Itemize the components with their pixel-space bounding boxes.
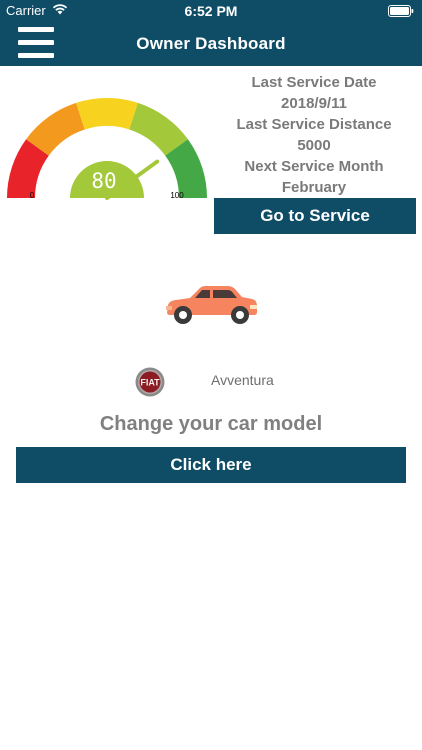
battery-icon [388, 5, 414, 17]
svg-text:FIAT: FIAT [140, 378, 160, 388]
last-service-distance-value: 5000 [297, 137, 331, 154]
fiat-logo: FIAT [135, 367, 165, 397]
last-service-date-label: Last Service Date [251, 74, 377, 91]
page-title: Owner Dashboard [136, 34, 286, 53]
last-service-distance-label: Last Service Distance [236, 116, 392, 133]
next-service-month-value: February [281, 179, 347, 196]
go-to-service-button[interactable]: Go to Service [214, 198, 416, 234]
status-bar: Carrier 6:52 PM [0, 0, 422, 22]
owner-dashboard-screen: Carrier 6:52 PM Owner Dashboard 80 0 100… [0, 0, 422, 750]
service-gauge: 80 0 100 [7, 98, 207, 200]
car-model-name: Avventura [211, 372, 274, 388]
next-service-month-label: Next Service Month [244, 158, 384, 175]
change-car-model-button[interactable]: Click here [16, 447, 406, 483]
gauge-zone [76, 98, 138, 130]
gauge-min-label: 0 [30, 191, 35, 200]
last-service-date-value: 2018/9/11 [281, 95, 347, 112]
change-car-model-prompt: Change your car model [99, 413, 323, 435]
navigation-bar: Carrier 6:52 PM Owner Dashboard [0, 0, 422, 66]
gauge-max-label: 100 [170, 191, 184, 200]
car-icon [166, 286, 257, 324]
status-time: 6:52 PM [184, 3, 238, 19]
service-info-panel: Last Service Date 2018/9/11 Last Service… [212, 72, 416, 198]
gauge-value: 80 [91, 169, 116, 193]
